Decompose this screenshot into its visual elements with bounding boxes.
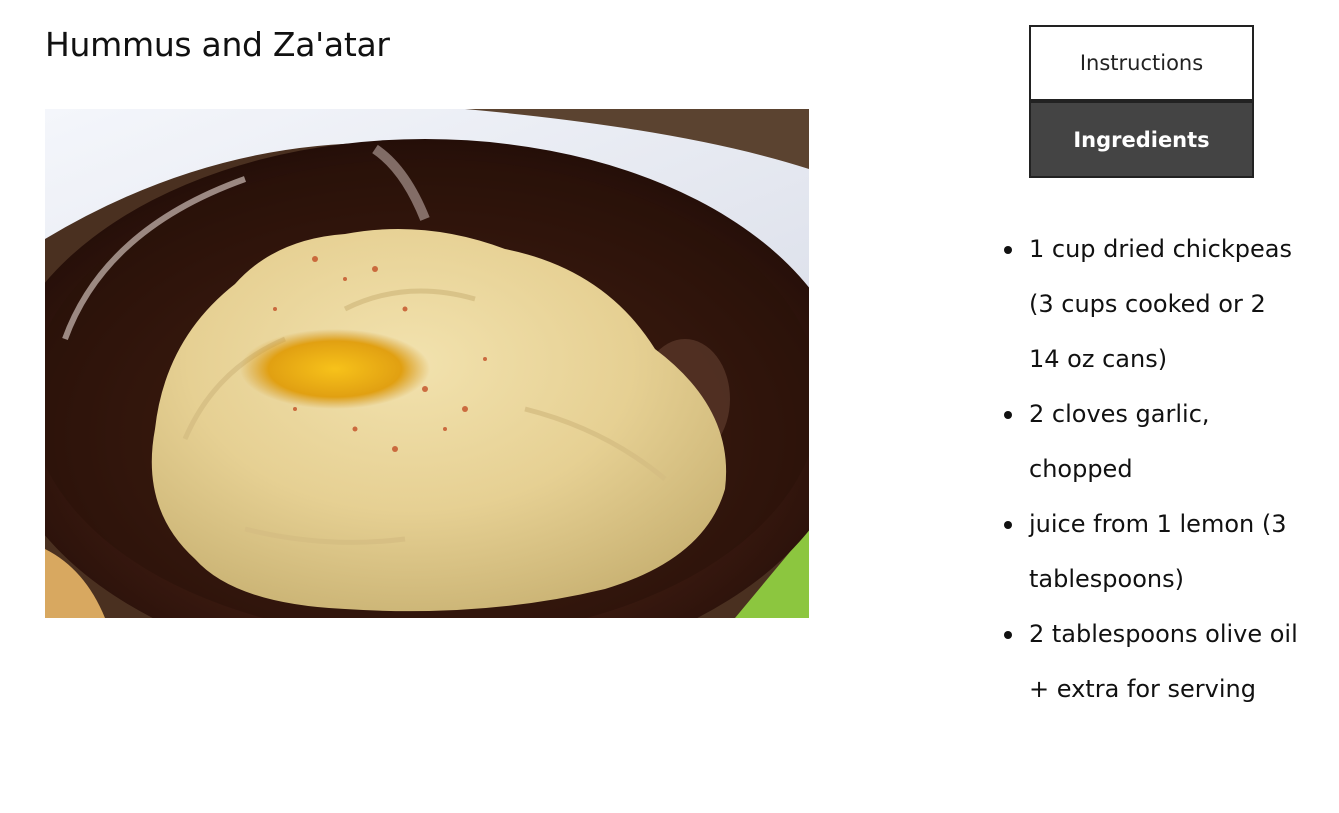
ingredient-item: 2 cloves garlic, chopped	[1004, 387, 1299, 497]
recipe-photo	[45, 109, 809, 618]
ingredients-list: 1 cup dried chickpeas (3 cups cooked or …	[1004, 222, 1299, 717]
recipe-tabs: Instructions Ingredients	[1029, 25, 1254, 178]
tab-instructions-label: Instructions	[1079, 51, 1204, 75]
tab-instructions[interactable]: Instructions	[1029, 25, 1254, 101]
tab-ingredients-label: Ingredients	[1073, 127, 1210, 152]
recipe-title: Hummus and Za'atar	[45, 25, 390, 64]
tab-ingredients[interactable]: Ingredients	[1029, 101, 1254, 178]
ingredient-item: 1 cup dried chickpeas (3 cups cooked or …	[1004, 222, 1299, 387]
ingredient-item: juice from 1 lemon (3 tablespoons)	[1004, 497, 1299, 607]
ingredient-item: 2 tablespoons olive oil + extra for serv…	[1004, 607, 1299, 717]
recipe-page: Hummus and Za'atar Instructions Ingredie…	[0, 0, 1339, 813]
hummus-bowl-photo	[45, 109, 809, 618]
